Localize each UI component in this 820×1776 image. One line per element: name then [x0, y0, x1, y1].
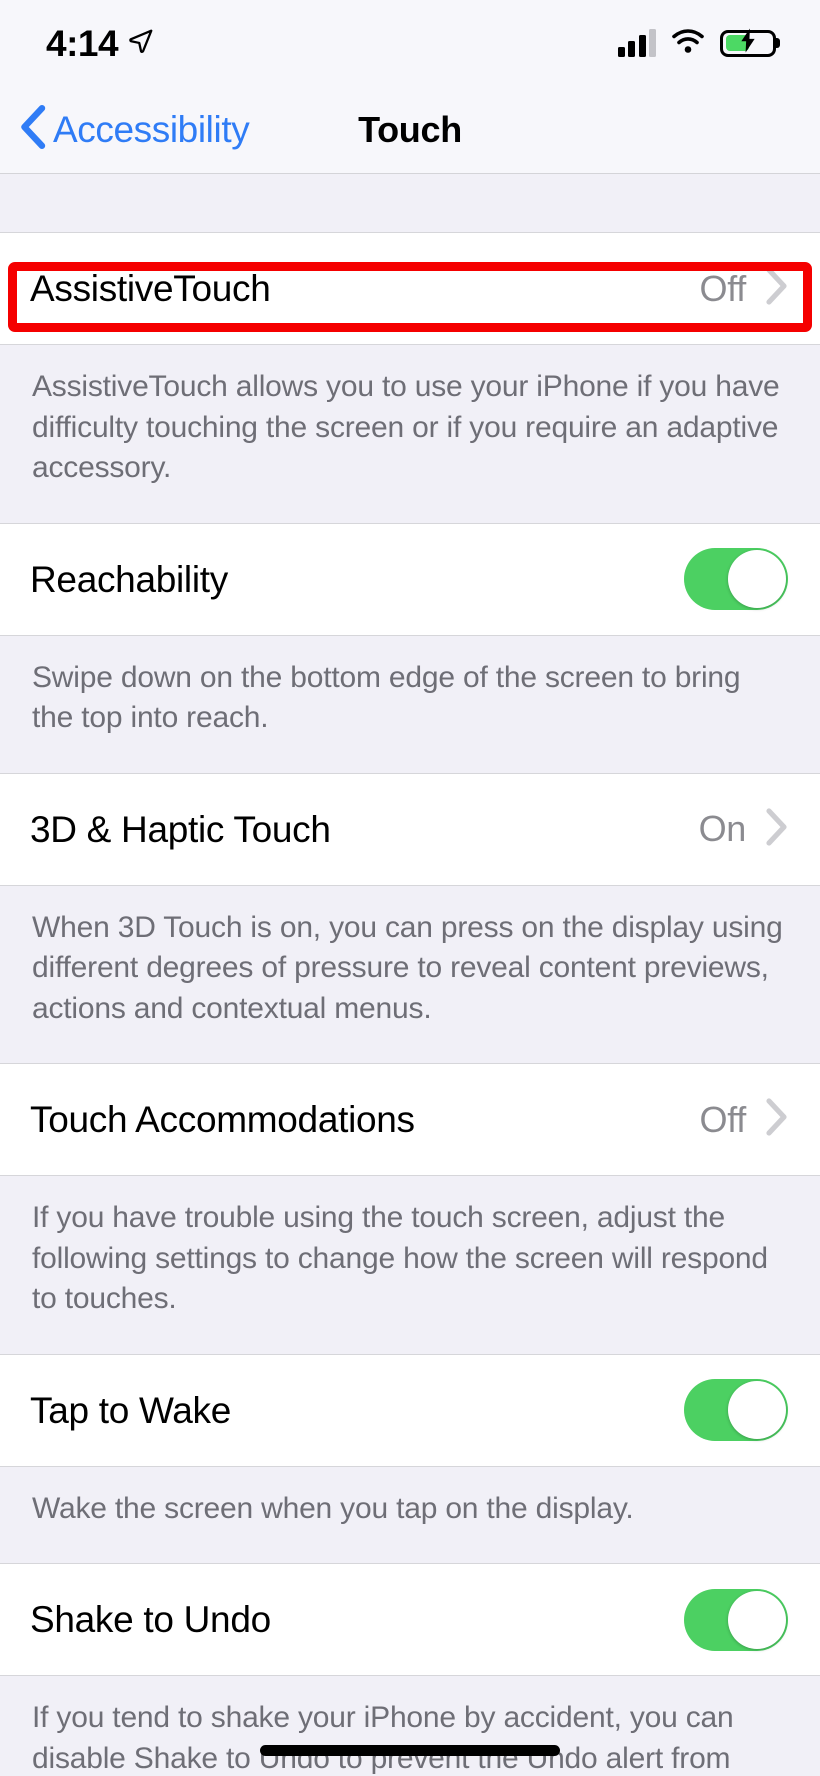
- charging-bolt-icon: [739, 28, 757, 58]
- cellular-signal-icon: [617, 29, 656, 57]
- list-top-spacer: [0, 174, 820, 232]
- location-arrow-icon: [128, 28, 154, 59]
- row-label: Tap to Wake: [30, 1389, 231, 1431]
- row-label: Touch Accommodations: [30, 1099, 415, 1140]
- toggle-knob: [728, 1590, 786, 1649]
- tap-to-wake-toggle[interactable]: [684, 1379, 788, 1441]
- shake-to-undo-toggle[interactable]: [684, 1588, 788, 1651]
- settings-list: AssistiveTouch Off AssistiveTouch allows…: [0, 174, 820, 1776]
- back-button[interactable]: Accessibility: [0, 105, 250, 154]
- navigation-bar: Accessibility Touch: [0, 86, 820, 174]
- reachability-toggle[interactable]: [684, 548, 788, 610]
- row-label: AssistiveTouch: [30, 268, 271, 309]
- footer-reachability: Swipe down on the bottom edge of the scr…: [0, 635, 820, 773]
- row-value: Off: [699, 267, 747, 309]
- row-reachability[interactable]: Reachability: [0, 522, 820, 636]
- iphone-settings-screen: 4:14 Accessibility Touch AssistiveTouch …: [0, 0, 820, 1776]
- back-button-label: Accessibility: [53, 109, 250, 150]
- row-shake-to-undo[interactable]: Shake to Undo: [0, 1563, 820, 1676]
- footer-3d-haptic-touch: When 3D Touch is on, you can press on th…: [0, 885, 820, 1063]
- row-value: Off: [699, 1098, 747, 1140]
- row-tap-to-wake[interactable]: Tap to Wake: [0, 1353, 820, 1467]
- toggle-knob: [728, 550, 786, 608]
- row-label: Reachability: [30, 558, 228, 600]
- battery-charging-icon: [720, 28, 776, 58]
- footer-assistivetouch: AssistiveTouch allows you to use your iP…: [0, 345, 820, 523]
- chevron-right-icon: [766, 807, 788, 851]
- chevron-left-icon: [20, 105, 46, 154]
- footer-shake-to-undo: If you tend to shake your iPhone by acci…: [0, 1676, 820, 1776]
- home-indicator[interactable]: [260, 1745, 560, 1756]
- row-label: Shake to Undo: [30, 1599, 271, 1640]
- status-bar-clock: 4:14: [46, 22, 119, 64]
- wifi-icon: [670, 27, 706, 60]
- status-bar: 4:14: [0, 0, 820, 86]
- chevron-right-icon: [766, 1098, 788, 1141]
- footer-touch-accommodations: If you have trouble using the touch scre…: [0, 1176, 820, 1354]
- row-value: On: [698, 808, 747, 849]
- row-label: 3D & Haptic Touch: [30, 808, 331, 850]
- status-bar-left: 4:14: [46, 25, 154, 62]
- chevron-right-icon: [766, 267, 788, 310]
- row-3d-haptic-touch[interactable]: 3D & Haptic Touch On: [0, 772, 820, 886]
- row-touch-accommodations[interactable]: Touch Accommodations Off: [0, 1063, 820, 1176]
- row-assistivetouch[interactable]: AssistiveTouch Off: [0, 232, 820, 345]
- footer-tap-to-wake: Wake the screen when you tap on the disp…: [0, 1466, 820, 1563]
- status-bar-right: [617, 27, 776, 60]
- toggle-knob: [728, 1381, 786, 1439]
